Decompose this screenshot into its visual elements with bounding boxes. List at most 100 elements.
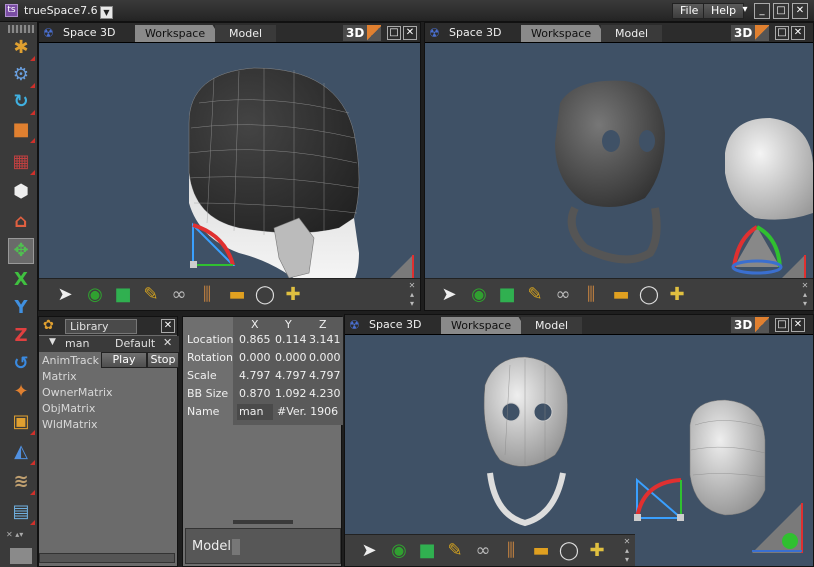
list-item-matrix[interactable]: Matrix bbox=[42, 370, 77, 383]
folder-icon[interactable] bbox=[10, 548, 32, 564]
scale-z[interactable]: 4.797 bbox=[307, 368, 341, 384]
add-object-icon[interactable]: ✚ bbox=[281, 283, 305, 307]
object-selector[interactable]: ▼ man Default ✕ bbox=[39, 336, 179, 352]
scale-y[interactable]: 4.797 bbox=[273, 368, 307, 384]
rotation-y[interactable]: 0.000 bbox=[273, 350, 307, 366]
bbsize-z[interactable]: 4.230 bbox=[307, 386, 341, 402]
binoculars-icon[interactable]: ∞ bbox=[551, 283, 575, 307]
toolbar-scroll-icon[interactable]: ✕ ▴▾ bbox=[6, 530, 34, 540]
x-axis-icon[interactable]: X bbox=[9, 268, 33, 292]
viewport-top-right[interactable]: ☢ Space 3D Workspace Model 3D □ ✕ ➤ ◉ ■ … bbox=[424, 22, 814, 311]
fence-tool-icon[interactable]: ⫼ bbox=[499, 539, 523, 563]
grid-tool-icon[interactable]: ▦ bbox=[9, 150, 35, 175]
cube-tool-icon[interactable]: ■ bbox=[9, 118, 35, 143]
rotate-tool-icon[interactable]: ↻ bbox=[9, 90, 35, 115]
location-x[interactable]: 0.865 bbox=[237, 332, 271, 348]
toolbar-scroll-icon[interactable]: ✕ ▴ ▾ bbox=[621, 537, 633, 565]
torus-tool-icon[interactable]: ◯ bbox=[557, 539, 581, 563]
chevron-down-icon[interactable]: ▾ bbox=[737, 3, 753, 19]
rotation-x[interactable]: 0.000 bbox=[237, 350, 271, 366]
transform-gizmo-icon[interactable] bbox=[633, 470, 687, 524]
version-label: #Ver. 1906 bbox=[275, 404, 339, 420]
scale-label: Scale bbox=[187, 369, 217, 382]
viewport-bottom[interactable]: ☢ Space 3D Workspace Model 3D □ ✕ ➤ ◉ ■ bbox=[344, 314, 814, 567]
paint-tool-icon[interactable]: ◉ bbox=[387, 539, 411, 563]
z-axis-icon[interactable]: Z bbox=[9, 324, 33, 348]
pin-tool-icon[interactable]: ✦ bbox=[9, 380, 33, 404]
box-tool-icon[interactable]: ▣ bbox=[9, 410, 35, 435]
cylinder-tool-icon[interactable]: ▬ bbox=[529, 539, 553, 563]
left-toolbar: ✱ ⚙ ↻ ■ ▦ ⬢ ⌂ ✥ X Y Z ↺ ✦ ▣ ◭ ≋ ▤ ✕ ▴▾ bbox=[0, 22, 38, 567]
title-dropdown-icon[interactable]: ▼ bbox=[100, 6, 113, 19]
ts-logo-icon: ts bbox=[5, 4, 18, 17]
toolbar-scroll-icon[interactable]: ✕ ▴ ▾ bbox=[799, 281, 811, 309]
viewport-top-left[interactable]: ☢ Space 3D Workspace Model 3D □ ✕ ➤ ◉ ■ … bbox=[38, 22, 421, 311]
torus-tool-icon[interactable]: ◯ bbox=[637, 283, 661, 307]
primitive-tool-icon[interactable]: ⬢ bbox=[9, 180, 33, 204]
list-item-wld-matrix[interactable]: WldMatrix bbox=[42, 418, 98, 431]
cylinder-tool-icon[interactable]: ▬ bbox=[609, 283, 633, 307]
location-y[interactable]: 0.114 bbox=[273, 332, 307, 348]
brush-tool-icon[interactable]: ✎ bbox=[523, 283, 547, 307]
y-axis-icon[interactable]: Y bbox=[9, 296, 33, 320]
library-close-button[interactable]: ✕ bbox=[161, 319, 175, 333]
home-tool-icon[interactable]: ⌂ bbox=[9, 210, 33, 234]
transform-gizmo-icon[interactable] bbox=[185, 215, 239, 269]
brush-tool-icon[interactable]: ✎ bbox=[139, 283, 163, 307]
panel-splitter[interactable] bbox=[233, 520, 293, 524]
fence-tool-icon[interactable]: ⫼ bbox=[195, 283, 219, 307]
render-tool-icon[interactable]: ▤ bbox=[9, 500, 35, 525]
layers-tool-icon[interactable]: ≋ bbox=[9, 470, 35, 495]
cylinder-tool-icon[interactable]: ▬ bbox=[225, 283, 249, 307]
model-label: Model bbox=[192, 539, 232, 554]
model-context-box: Model bbox=[185, 528, 341, 564]
move-tool-icon[interactable]: ✥ bbox=[8, 238, 34, 264]
list-item-owner-matrix[interactable]: OwnerMatrix bbox=[42, 386, 113, 399]
library-header: ✿ Library ✕ bbox=[39, 317, 177, 335]
chevron-down-icon[interactable]: ▼ bbox=[49, 337, 56, 347]
brush-tool-icon[interactable]: ✎ bbox=[443, 539, 467, 563]
fence-tool-icon[interactable]: ⫼ bbox=[579, 283, 603, 307]
close-button[interactable]: ✕ bbox=[792, 3, 808, 19]
minimize-button[interactable]: _ bbox=[754, 3, 770, 19]
horizontal-scrollbar[interactable] bbox=[39, 553, 175, 563]
paint-tool-icon[interactable]: ◉ bbox=[83, 283, 107, 307]
binoculars-icon[interactable]: ∞ bbox=[167, 283, 191, 307]
title-bar: ts trueSpace7.6 ▼ File Help ▾ _ □ ✕ bbox=[0, 0, 814, 22]
binoculars-icon[interactable]: ∞ bbox=[471, 539, 495, 563]
file-menu[interactable]: File bbox=[672, 3, 707, 19]
toolbar-grip-icon[interactable] bbox=[8, 25, 34, 33]
location-z[interactable]: 3.141 bbox=[307, 332, 341, 348]
name-field[interactable]: man bbox=[237, 404, 273, 420]
bbsize-x[interactable]: 0.870 bbox=[237, 386, 271, 402]
bbsize-y[interactable]: 1.092 bbox=[273, 386, 307, 402]
object-name: man bbox=[65, 337, 90, 350]
cube-tool-icon[interactable]: ■ bbox=[495, 283, 519, 307]
stop-button[interactable]: Stop bbox=[147, 352, 179, 368]
rotation-z[interactable]: 0.000 bbox=[307, 350, 341, 366]
paint-tool-icon[interactable]: ◉ bbox=[467, 283, 491, 307]
select-arrow-icon[interactable]: ➤ bbox=[437, 283, 461, 307]
select-arrow-icon[interactable]: ➤ bbox=[357, 539, 381, 563]
skull-and-face-wireframe[interactable] bbox=[345, 315, 814, 567]
cube-tool-icon[interactable]: ■ bbox=[111, 283, 135, 307]
maximize-button[interactable]: □ bbox=[773, 3, 789, 19]
link-tool-icon[interactable]: ⚙ bbox=[9, 63, 35, 88]
close-icon[interactable]: ✕ bbox=[163, 336, 172, 349]
add-object-icon[interactable]: ✚ bbox=[665, 283, 689, 307]
toolbar-scroll-icon[interactable]: ✕ ▴ ▾ bbox=[406, 281, 418, 309]
tab-library[interactable]: Library bbox=[65, 319, 137, 334]
play-button[interactable]: Play bbox=[101, 352, 147, 368]
cube-tool-icon[interactable]: ■ bbox=[415, 539, 439, 563]
rotation-label: Rotation bbox=[187, 351, 234, 364]
add-object-icon[interactable]: ✚ bbox=[585, 539, 609, 563]
torus-tool-icon[interactable]: ◯ bbox=[253, 283, 277, 307]
object-tool-icon[interactable]: ✱ bbox=[9, 36, 35, 61]
scale-x[interactable]: 4.797 bbox=[237, 368, 271, 384]
select-arrow-icon[interactable]: ➤ bbox=[53, 283, 77, 307]
light-tool-icon[interactable]: ◭ bbox=[9, 440, 35, 465]
view-navigation-icon[interactable] bbox=[750, 501, 804, 555]
preset-name: Default bbox=[115, 337, 156, 350]
undo-icon[interactable]: ↺ bbox=[9, 352, 33, 376]
list-item-obj-matrix[interactable]: ObjMatrix bbox=[42, 402, 95, 415]
